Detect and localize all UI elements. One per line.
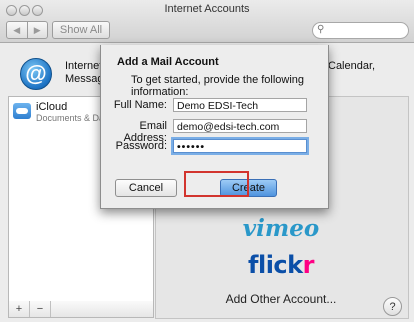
window-title: Internet Accounts xyxy=(164,3,250,15)
internet-accounts-window: Internet Accounts ◀ ▶ Show All ⚲ @ Inter… xyxy=(0,0,414,322)
show-all-button[interactable]: Show All xyxy=(52,21,110,39)
dialog-title: Add a Mail Account xyxy=(117,56,219,68)
header-description-tail: Calendar, xyxy=(328,60,376,72)
internet-accounts-at-icon: @ xyxy=(20,58,52,90)
flickr-logo-main: flick xyxy=(248,251,303,279)
add-account-button[interactable]: + xyxy=(9,301,30,317)
sidebar-item-icloud[interactable]: iCloud Documents & Dat xyxy=(13,101,107,124)
cancel-button[interactable]: Cancel xyxy=(115,179,177,197)
provider-vimeo[interactable]: vimeo xyxy=(155,215,407,242)
add-other-account-link[interactable]: Add Other Account... xyxy=(155,292,407,306)
email-field[interactable]: demo@edsi-tech.com xyxy=(173,119,307,133)
provider-flickr[interactable]: flickr xyxy=(155,251,407,279)
search-field[interactable]: ⚲ xyxy=(312,22,409,39)
back-arrow-icon[interactable]: ◀ xyxy=(7,22,28,38)
full-name-field[interactable]: Demo EDSI-Tech xyxy=(173,98,307,112)
remove-account-button[interactable]: − xyxy=(30,301,51,317)
password-label: Password: xyxy=(115,140,167,152)
create-button-highlight xyxy=(184,171,249,197)
dialog-subtitle: To get started, provide the following in… xyxy=(131,74,305,98)
help-button[interactable]: ? xyxy=(383,297,402,316)
flickr-logo-r: r xyxy=(302,251,315,279)
full-name-label: Full Name: xyxy=(113,99,167,111)
icloud-icon xyxy=(13,103,31,119)
search-icon: ⚲ xyxy=(317,24,325,35)
forward-arrow-icon[interactable]: ▶ xyxy=(28,22,48,38)
title-toolbar: Internet Accounts ◀ ▶ Show All ⚲ xyxy=(0,0,414,43)
password-field[interactable]: •••••• xyxy=(173,139,307,153)
sidebar-button-bar: + − xyxy=(8,301,154,318)
sidebar-item-title: iCloud xyxy=(36,101,68,113)
back-forward-control: ◀ ▶ xyxy=(6,21,48,39)
